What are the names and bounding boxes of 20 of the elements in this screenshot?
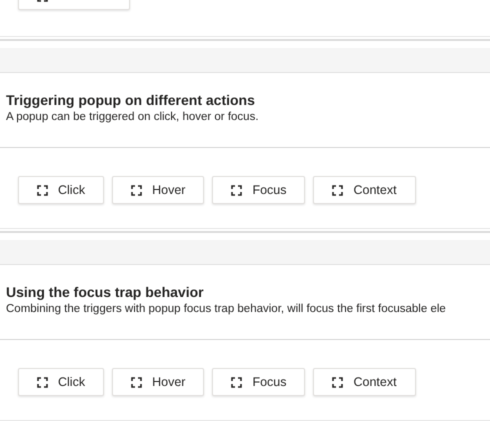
expand-icon [231, 376, 242, 388]
expand-icon [131, 376, 142, 388]
trigger-button[interactable]: Click [18, 368, 104, 396]
expand-icon [131, 184, 142, 196]
expand-icon [231, 184, 242, 196]
trigger-button[interactable]: Context [313, 176, 416, 204]
section-title: Triggering popup on different actions [6, 91, 256, 109]
trigger-button[interactable]: Click [18, 176, 104, 204]
section-description: Combining the triggers with popup focus trap behavior, will focus the first focusable ele [6, 302, 447, 317]
section-title: Using the focus trap behavior [6, 283, 205, 301]
trigger-button[interactable]: Hover [112, 176, 204, 204]
trigger-button[interactable]: Focus [212, 368, 306, 396]
trigger-button[interactable]: Hover [112, 368, 204, 396]
expand-icon [332, 184, 344, 196]
expand-icon [332, 376, 344, 388]
expand-icon [37, 376, 48, 388]
trigger-button[interactable]: Context [313, 368, 416, 396]
trigger-button[interactable]: Focus [212, 176, 306, 204]
expand-icon [37, 184, 48, 196]
section-description: A popup can be triggered on click, hover or focus. [6, 110, 260, 125]
